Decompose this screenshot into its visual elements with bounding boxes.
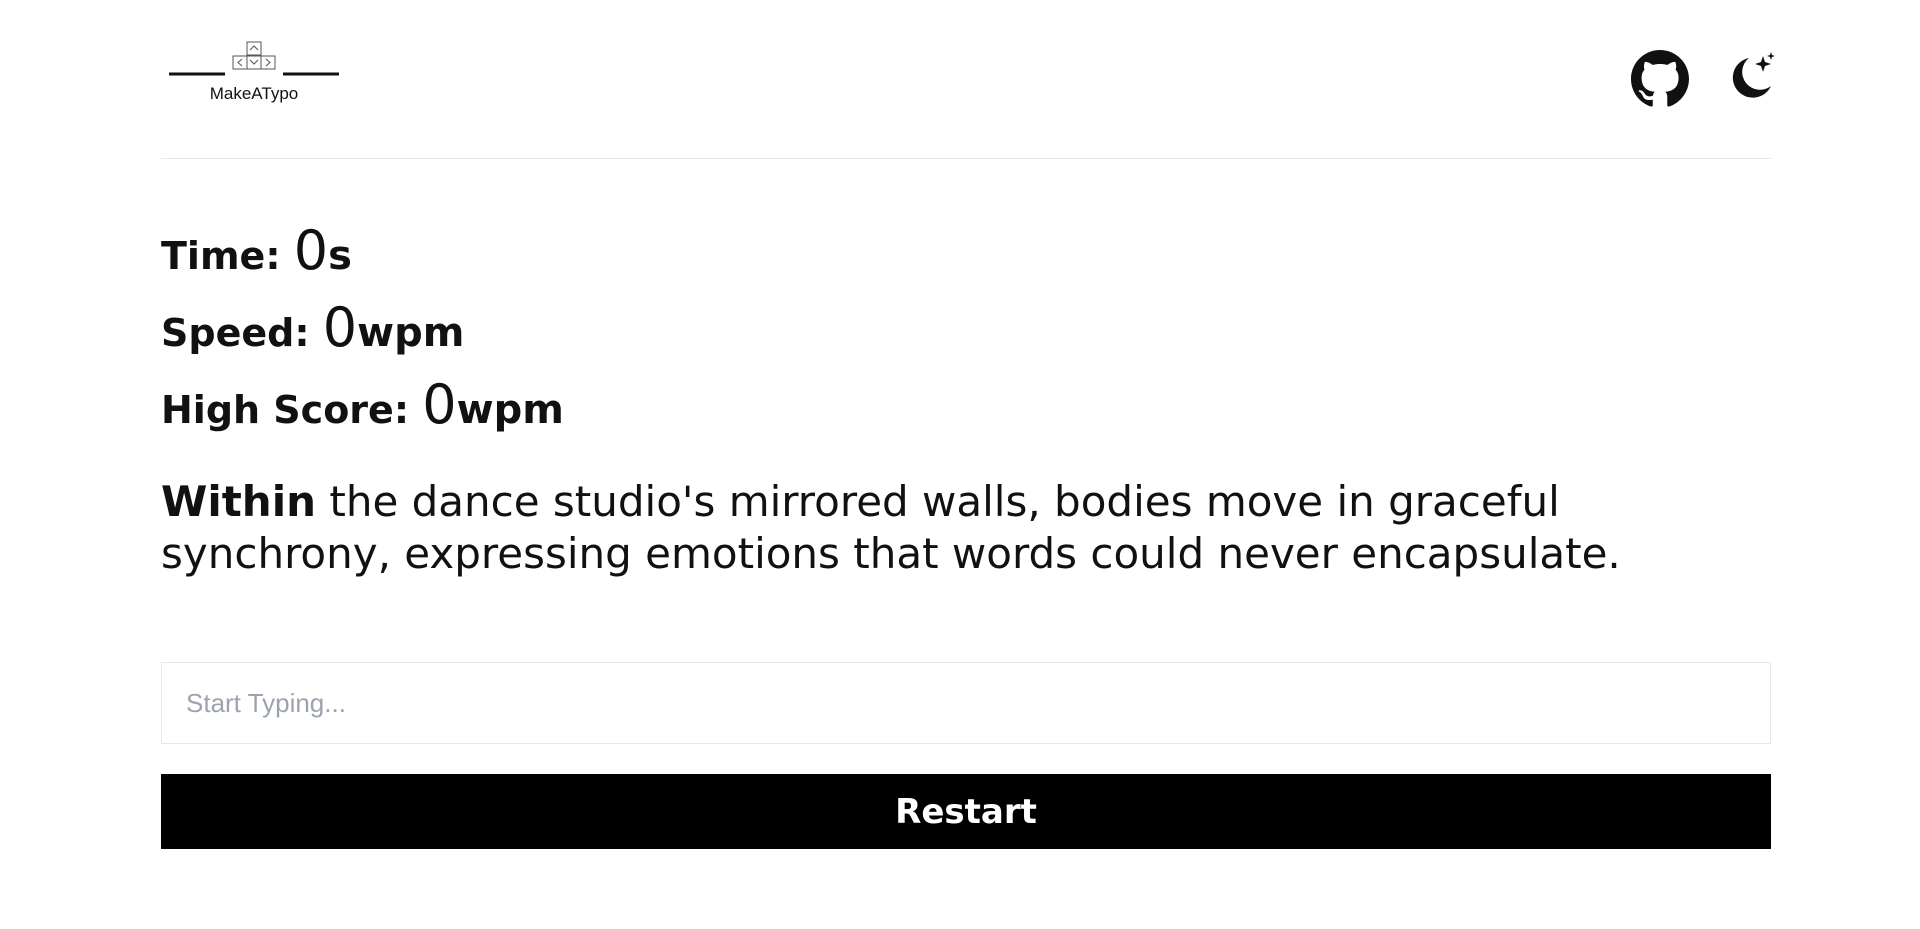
logo[interactable]: MakeATypo (169, 40, 339, 106)
high-score-label: High Score: (161, 388, 423, 432)
app-root: MakeATypo Time: 0s Speed: 0wpm High Scor… (0, 0, 1920, 929)
high-score-value: 0 (422, 373, 457, 436)
moon-stars-icon[interactable] (1727, 52, 1775, 102)
passage-rest: the dance studio's mirrored walls, bodie… (161, 477, 1621, 578)
high-score-unit: wpm (456, 387, 564, 433)
speed-stat: Speed: 0wpm (161, 289, 564, 366)
speed-value: 0 (322, 296, 358, 359)
restart-button[interactable]: Restart (161, 774, 1771, 849)
logo-text: MakeATypo (209, 84, 299, 103)
time-value: 0 (293, 219, 329, 282)
time-stat: Time: 0s (161, 212, 564, 289)
time-unit: s (328, 233, 352, 279)
time-label: Time: (161, 234, 294, 278)
top-header: MakeATypo (161, 0, 1775, 159)
github-icon[interactable] (1631, 50, 1689, 108)
typing-passage: Within the dance studio's mirrored walls… (161, 476, 1771, 580)
current-word: Within (161, 477, 316, 526)
high-score-stat: High Score: 0wpm (161, 366, 564, 443)
speed-label: Speed: (161, 311, 323, 355)
speed-unit: wpm (357, 310, 465, 356)
stats-panel: Time: 0s Speed: 0wpm High Score: 0wpm (161, 212, 564, 443)
typing-input[interactable] (161, 662, 1771, 744)
keyboard-keys-icon (169, 41, 339, 76)
